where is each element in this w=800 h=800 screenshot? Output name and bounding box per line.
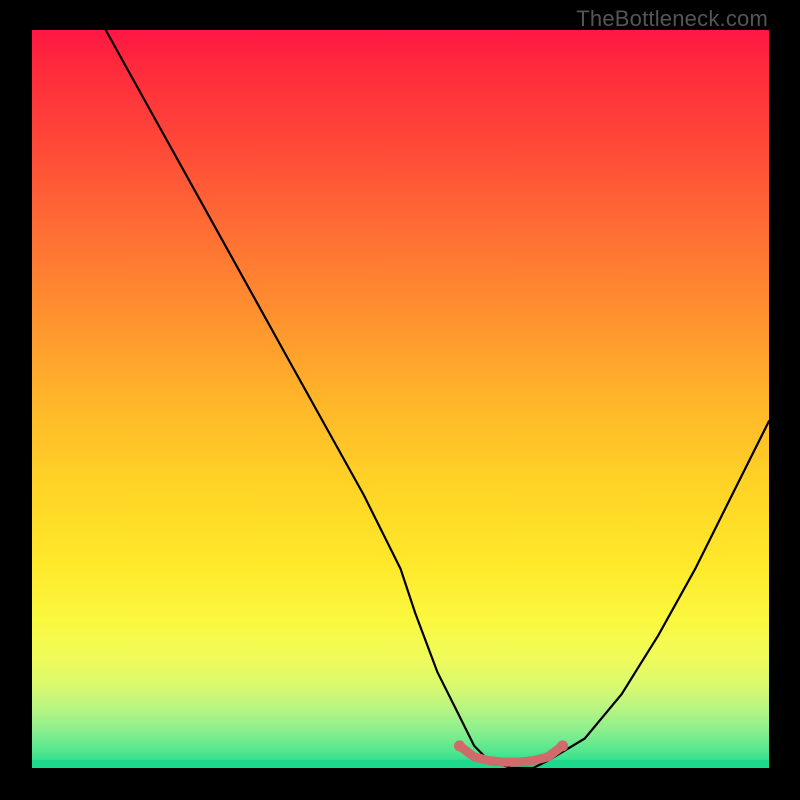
attribution-text: TheBottleneck.com [576, 6, 768, 32]
curve-svg [32, 30, 769, 768]
optimal-flat-region [460, 746, 563, 762]
optimal-start-dot [454, 740, 465, 751]
bottleneck-curve [106, 30, 769, 768]
plot-area [32, 30, 769, 768]
optimal-end-dot [557, 740, 568, 751]
chart-frame: TheBottleneck.com [0, 0, 800, 800]
